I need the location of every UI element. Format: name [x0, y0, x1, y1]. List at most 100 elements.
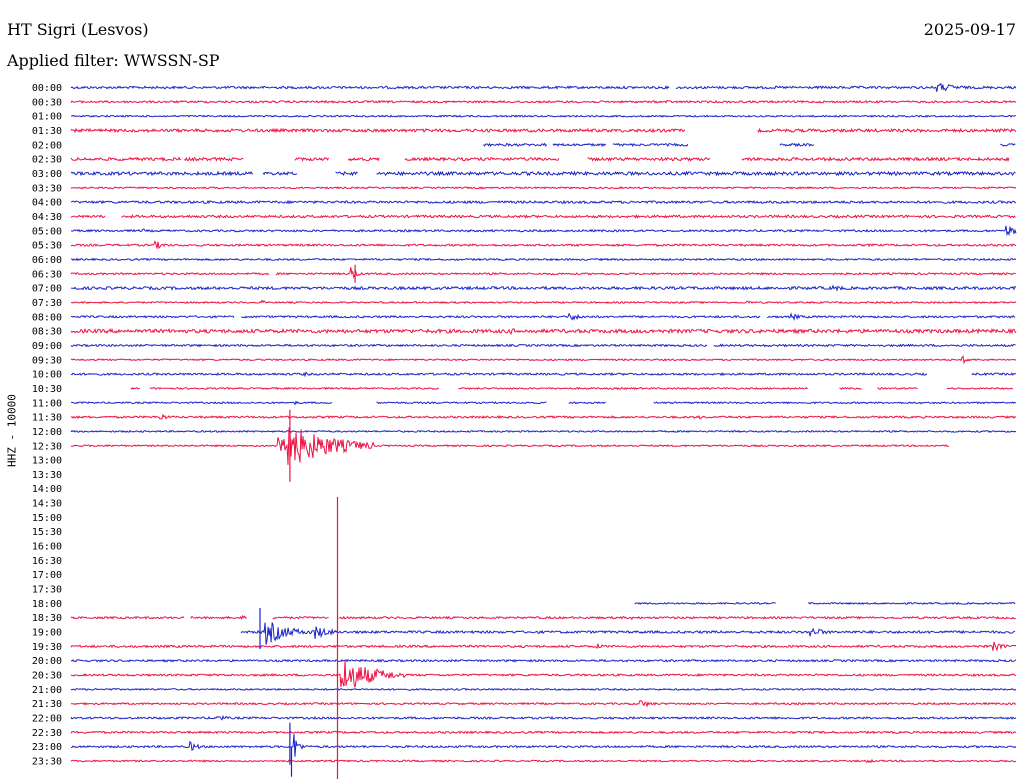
trace-0230	[294, 156, 330, 162]
time-tick-label: 13:30	[32, 470, 62, 481]
trace-1030	[877, 386, 918, 390]
trace-0300	[376, 170, 1016, 177]
trace-0230	[404, 156, 560, 163]
time-tick-label: 15:00	[32, 513, 62, 524]
trace-0630	[70, 272, 270, 276]
trace-1800	[807, 601, 1016, 606]
time-tick-label: 02:00	[32, 140, 62, 151]
trace-0130	[757, 127, 1017, 134]
time-tick-label: 05:30	[32, 241, 62, 252]
trace-0400	[70, 199, 1017, 205]
time-tick-label: 22:30	[32, 728, 62, 739]
trace-0930	[70, 355, 1017, 365]
time-tick-label: 04:30	[32, 212, 62, 223]
trace-0000	[675, 82, 1017, 92]
time-tick-label: 06:00	[32, 255, 62, 266]
trace-1100	[376, 401, 547, 405]
trace-0430	[70, 214, 106, 219]
trace-0630	[275, 267, 1016, 279]
trace-0300	[262, 171, 298, 176]
hour-tick-labels: 00:00 00:30 01:00 01:30 02:00 02:30 03:00 03:30…	[32, 83, 62, 768]
time-tick-label: 09:00	[32, 341, 62, 352]
time-tick-label: 10:00	[32, 370, 62, 381]
trace-1900	[240, 622, 1016, 645]
time-tick-label: 12:00	[32, 427, 62, 438]
trace-0200	[552, 142, 607, 147]
time-tick-label: 21:30	[32, 699, 62, 710]
trace-1100	[568, 401, 606, 405]
trace-1030	[839, 386, 862, 390]
trace-2230	[70, 730, 1017, 735]
trace-0200	[483, 142, 548, 148]
time-tick-label: 01:00	[32, 112, 62, 123]
time-tick-label: 23:00	[32, 742, 62, 753]
time-tick-label: 17:00	[32, 570, 62, 581]
trace-0730	[71, 299, 1017, 305]
time-tick-label: 20:00	[32, 656, 62, 667]
trace-1130	[70, 413, 1016, 420]
time-tick-label: 12:30	[32, 441, 62, 452]
time-tick-label: 09:30	[32, 355, 62, 366]
trace-0130	[70, 127, 686, 134]
time-tick-label: 05:00	[32, 226, 62, 237]
time-tick-label: 22:00	[32, 714, 62, 725]
helicorder-plot: 00:00 00:30 01:00 01:30 02:00 02:30 03:00 03:30…	[32, 82, 1017, 779]
time-tick-label: 02:30	[32, 155, 62, 166]
trace-1830	[70, 616, 185, 620]
trace-0300	[335, 171, 358, 177]
trace-1100	[70, 400, 333, 406]
seismic-traces	[70, 82, 1017, 779]
time-tick-label: 06:30	[32, 269, 62, 280]
trace-0900	[713, 343, 1016, 348]
trace-1230	[70, 427, 950, 465]
trace-1800	[634, 601, 777, 605]
trace-0230	[70, 156, 182, 162]
trace-0300	[70, 170, 254, 177]
trace-2330	[70, 758, 1017, 764]
trace-2000	[70, 658, 1017, 663]
time-tick-label: 17:30	[32, 585, 62, 596]
time-tick-label: 16:30	[32, 556, 62, 567]
time-tick-label: 03:00	[32, 169, 62, 180]
trace-0230	[347, 157, 380, 162]
time-tick-label: 10:30	[32, 384, 62, 395]
time-tick-label: 04:00	[32, 198, 62, 209]
time-tick-label: 11:00	[32, 398, 62, 409]
trace-2100	[70, 687, 1017, 692]
trace-2300	[70, 734, 1017, 757]
time-tick-label: 14:30	[32, 499, 62, 510]
trace-0100	[70, 114, 1017, 118]
time-tick-label: 03:30	[32, 183, 62, 194]
trace-0230	[587, 156, 711, 162]
trace-1830	[190, 614, 247, 621]
time-tick-label: 21:00	[32, 685, 62, 696]
trace-1030	[130, 387, 141, 390]
trace-0830	[70, 327, 1017, 336]
time-tick-label: 14:00	[32, 484, 62, 495]
trace-2200	[70, 715, 1017, 721]
time-tick-label: 20:30	[32, 671, 62, 682]
time-tick-label: 18:30	[32, 613, 62, 624]
trace-1100	[653, 401, 1017, 405]
time-tick-label: 11:30	[32, 413, 62, 424]
trace-0500	[70, 225, 1017, 237]
time-tick-label: 16:00	[32, 542, 62, 553]
trace-1000	[971, 372, 1016, 377]
time-tick-label: 19:30	[32, 642, 62, 653]
trace-0900	[70, 343, 708, 348]
time-tick-label: 07:00	[32, 284, 62, 295]
time-tick-label: 08:00	[32, 312, 62, 323]
trace-0530	[70, 239, 1017, 249]
trace-0230	[184, 156, 244, 162]
time-tick-label: 18:00	[32, 599, 62, 610]
time-tick-label: 08:30	[32, 327, 62, 338]
trace-0330	[70, 186, 1017, 190]
trace-0800	[240, 312, 761, 321]
time-tick-label: 07:30	[32, 298, 62, 309]
trace-0800	[70, 314, 235, 319]
trace-1030	[458, 386, 808, 390]
trace-0430	[121, 214, 1016, 219]
trace-1000	[70, 371, 928, 378]
time-tick-label: 19:00	[32, 628, 62, 639]
trace-1830	[338, 615, 1017, 621]
